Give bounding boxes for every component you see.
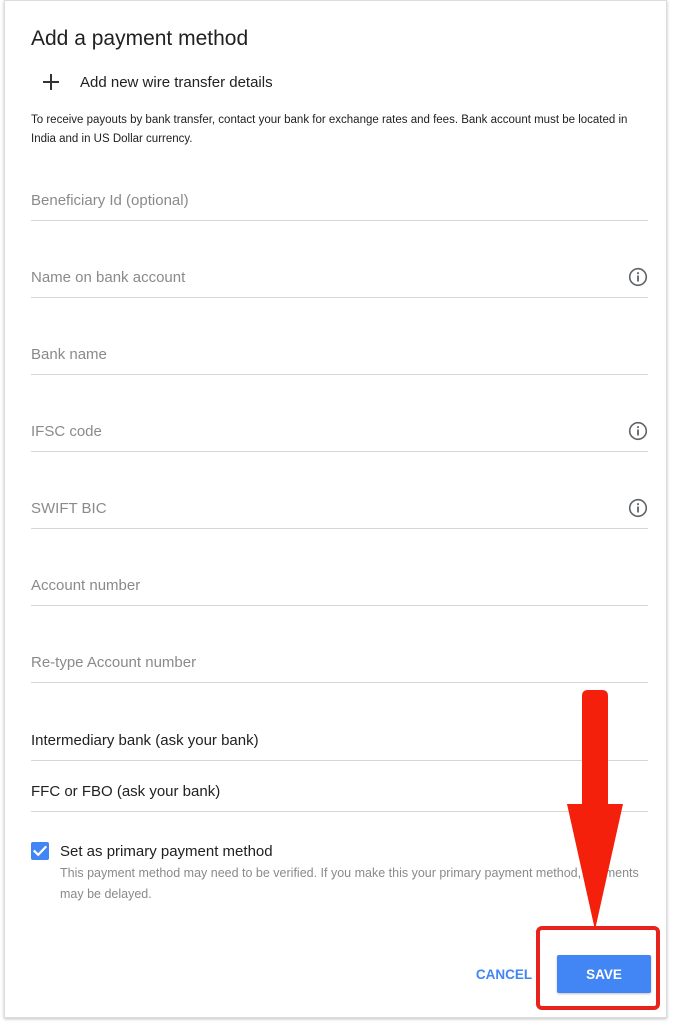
bank-name-field <box>31 335 648 375</box>
account-number-field <box>31 566 648 606</box>
beneficiary-id-field <box>31 181 648 221</box>
save-button[interactable]: SAVE <box>557 955 651 993</box>
bank-name-input[interactable] <box>31 335 611 373</box>
primary-payment-label: Set as primary payment method <box>60 843 273 860</box>
plus-icon <box>43 74 59 90</box>
payout-info-text: To receive payouts by bank transfer, con… <box>31 114 628 145</box>
ffc-fbo-field <box>31 772 648 812</box>
retype-account-number-field <box>31 643 648 683</box>
ffc-fbo-input[interactable] <box>31 772 611 810</box>
intermediary-bank-field <box>31 721 648 761</box>
swift-bic-input[interactable] <box>31 489 611 527</box>
payment-method-dialog: Add a payment method Add new wire transf… <box>4 0 667 1018</box>
info-icon[interactable] <box>628 498 648 518</box>
info-icon[interactable] <box>628 421 648 441</box>
name-on-account-input[interactable] <box>31 258 611 296</box>
dialog-title: Add a payment method <box>31 27 249 50</box>
add-wire-transfer-button[interactable]: Add new wire transfer details <box>31 69 273 95</box>
add-wire-transfer-label: Add new wire transfer details <box>80 73 273 91</box>
beneficiary-id-input[interactable] <box>31 181 611 219</box>
retype-account-number-input[interactable] <box>31 643 611 681</box>
primary-payment-checkbox[interactable] <box>31 842 49 860</box>
name-on-account-field <box>31 258 648 298</box>
info-icon[interactable] <box>628 267 648 287</box>
ifsc-code-field <box>31 412 648 452</box>
account-number-input[interactable] <box>31 566 611 604</box>
ifsc-code-input[interactable] <box>31 412 611 450</box>
cancel-button[interactable]: CANCEL <box>468 956 540 992</box>
swift-bic-field <box>31 489 648 529</box>
primary-payment-help: This payment method may need to be verif… <box>60 866 639 901</box>
intermediary-bank-input[interactable] <box>31 721 611 759</box>
checkmark-icon <box>32 845 48 857</box>
